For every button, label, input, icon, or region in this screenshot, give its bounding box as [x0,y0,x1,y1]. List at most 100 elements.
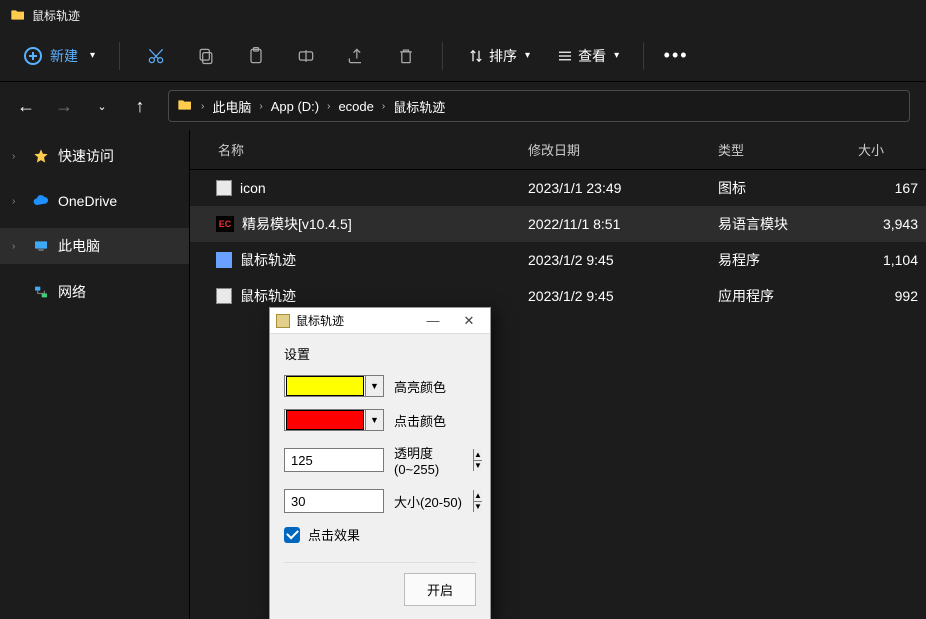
dialog-footer: 开启 [284,562,476,606]
label: 点击颜色 [394,411,446,430]
window-title: 鼠标轨迹 [32,7,80,24]
view-label: 查看 [578,46,606,66]
separator [119,42,120,70]
highlight-color-combo[interactable]: ▼ [284,375,384,397]
view-button[interactable]: 查看 ▾ [546,40,629,72]
chevron-right-icon: › [12,196,24,207]
folder-icon [10,7,26,23]
row-click-effect[interactable]: 点击效果 [284,525,476,544]
breadcrumb[interactable]: › 此电脑 › App (D:) › ecode › 鼠标轨迹 [168,90,910,122]
sort-button[interactable]: 排序 ▾ [457,40,540,72]
label: 点击效果 [308,525,360,544]
size-spinner[interactable]: ▲▼ [284,489,384,513]
folder-icon [177,97,193,116]
chevron-down-icon: ▼ [365,410,383,430]
file-icon [216,288,232,304]
col-name[interactable]: 名称 [218,140,528,159]
new-label: 新建 [50,46,78,66]
label: 透明度(0~255) [394,443,476,477]
dialog-titlebar[interactable]: 鼠标轨迹 — ✕ [270,308,490,334]
separator [643,42,644,70]
file-date: 2023/1/1 23:49 [528,180,718,196]
click-color-combo[interactable]: ▼ [284,409,384,431]
start-button[interactable]: 开启 [404,573,476,606]
file-date: 2023/1/2 9:45 [528,252,718,268]
spin-up[interactable]: ▲ [474,490,482,502]
new-button[interactable]: 新建 ▾ [14,40,105,72]
paste-button[interactable] [234,38,278,74]
sidebar-item-quickaccess[interactable]: › 快速访问 [0,138,189,174]
copy-button[interactable] [184,38,228,74]
file-size: 1,104 [858,252,926,268]
color-swatch [286,410,364,430]
chevron-right-icon: › [201,101,204,112]
crumb[interactable]: 鼠标轨迹 [393,97,445,116]
file-icon [216,180,232,196]
col-date[interactable]: 修改日期 [528,140,718,159]
sort-label: 排序 [489,46,517,66]
toolbar: 新建 ▾ 排序 ▾ 查看 ▾ [0,30,926,82]
recent-button[interactable]: ⌄ [92,100,112,113]
chevron-right-icon: › [259,101,262,112]
column-headers: 名称 修改日期 类型 大小 [190,130,926,170]
delete-button[interactable] [384,38,428,74]
chevron-right-icon: › [382,101,385,112]
sidebar-item-label: OneDrive [58,193,117,209]
star-icon [32,147,50,165]
network-icon [32,283,50,301]
chevron-down-icon: ▾ [614,50,619,61]
spin-down[interactable]: ▼ [474,502,482,513]
col-type[interactable]: 类型 [718,140,858,159]
up-button[interactable]: ↑ [130,96,150,117]
file-rows: icon 2023/1/1 23:49 图标 167 EC 精易模块[v10.4.… [190,170,926,314]
table-row[interactable]: EC精易模块[v10.4.5] 2022/11/1 8:51 易语言模块 3,9… [190,206,926,242]
checkbox-checked-icon[interactable] [284,527,300,543]
pc-icon [32,237,50,255]
more-button[interactable]: ••• [658,45,694,66]
sidebar-item-network[interactable]: 网络 [0,274,189,310]
forward-button[interactable]: → [54,96,74,117]
cloud-icon [32,192,50,210]
crumb[interactable]: 此电脑 [212,97,251,116]
section-label: 设置 [284,344,476,363]
app-icon [276,314,290,328]
file-type: 易语言模块 [718,214,858,234]
sidebar-item-thispc[interactable]: › 此电脑 [0,228,189,264]
label: 大小(20-50) [394,492,462,511]
file-name: 鼠标轨迹 [240,250,296,270]
rename-button[interactable] [284,38,328,74]
cut-button[interactable] [134,38,178,74]
file-size: 992 [858,288,926,304]
alpha-spinner[interactable]: ▲▼ [284,448,384,472]
sidebar-item-onedrive[interactable]: › OneDrive [0,184,189,218]
navbar: ← → ⌄ ↑ › 此电脑 › App (D:) › ecode › 鼠标轨迹 [0,82,926,130]
titlebar: 鼠标轨迹 [0,0,926,30]
row-click-color: ▼ 点击颜色 [284,409,476,431]
chevron-down-icon: ▾ [90,50,95,61]
file-icon: EC [216,216,234,232]
dialog-title: 鼠标轨迹 [296,312,412,329]
file-size: 167 [858,180,926,196]
file-name: 精易模块[v10.4.5] [242,214,352,234]
minimize-button[interactable]: — [418,311,448,331]
back-button[interactable]: ← [16,96,36,117]
crumb[interactable]: App (D:) [271,99,319,114]
table-row[interactable]: 鼠标轨迹 2023/1/2 9:45 易程序 1,104 [190,242,926,278]
chevron-right-icon: › [327,101,330,112]
file-type: 应用程序 [718,286,858,306]
row-size: ▲▼ 大小(20-50) [284,489,476,513]
color-swatch [286,376,364,396]
table-row[interactable]: icon 2023/1/1 23:49 图标 167 [190,170,926,206]
file-icon [216,252,232,268]
col-size[interactable]: 大小 [858,140,926,159]
close-button[interactable]: ✕ [454,311,484,331]
crumb[interactable]: ecode [338,99,373,114]
sidebar: › 快速访问 › OneDrive › 此电脑 [0,130,190,619]
file-date: 2022/11/1 8:51 [528,216,718,232]
label: 高亮颜色 [394,377,446,396]
sidebar-item-label: 网络 [58,282,86,302]
file-date: 2023/1/2 9:45 [528,288,718,304]
share-button[interactable] [334,38,378,74]
dialog-body: 设置 ▼ 高亮颜色 ▼ 点击颜色 ▲▼ 透 [270,334,490,619]
sidebar-item-label: 此电脑 [58,236,100,256]
